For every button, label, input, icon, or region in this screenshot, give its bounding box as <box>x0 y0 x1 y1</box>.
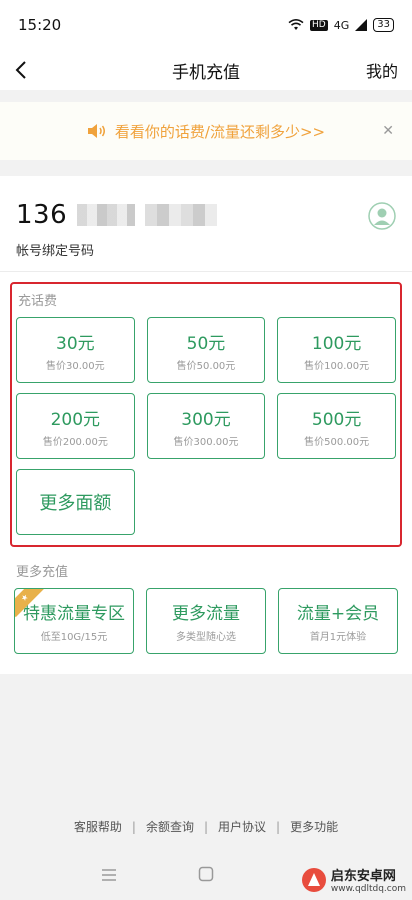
divider: | <box>131 819 136 834</box>
more-amounts-label: 更多面额 <box>39 493 112 514</box>
masked-digits <box>77 204 136 226</box>
back-button[interactable] <box>14 58 38 82</box>
amount-tile-500[interactable]: 500元 售价500.00元 <box>277 393 396 459</box>
chevron-left-icon <box>15 61 26 79</box>
tile-subtitle: 多类型随心选 <box>176 632 236 643</box>
section-title-phone-bill: 充话费 <box>18 294 58 309</box>
account-section: 136 帐号绑定号码 <box>0 176 412 272</box>
footer-links: 客服帮助 | 余额查询 | 用户协议 | 更多功能 <box>0 818 412 835</box>
nav-bar: 手机充值 我的 <box>0 50 412 90</box>
tile-title: 特惠流量专区 <box>23 604 125 624</box>
price-label: 售价50.00元 <box>176 360 236 372</box>
amount-grid: 30元 售价30.00元 50元 售价50.00元 100元 售价100.00元… <box>16 317 396 535</box>
recharge-card: 136 帐号绑定号码 充话费 30元 售价30.00元 50元 售价50.00元… <box>0 176 412 674</box>
more-recharge-grid: ★ 特惠流量专区 低至10G/15元 更多流量 多类型随心选 流量+会员 首月1… <box>14 588 398 654</box>
data-membership-tile[interactable]: 流量+会员 首月1元体验 <box>278 588 398 654</box>
account-label: 帐号绑定号码 <box>16 244 95 259</box>
watermark-url: www.qdltdq.com <box>330 884 406 894</box>
amount-label: 50元 <box>186 333 226 354</box>
watermark: 启东安卓网 www.qdltdq.com <box>301 865 406 894</box>
tile-subtitle: 首月1元体验 <box>309 632 367 643</box>
price-label: 售价500.00元 <box>304 436 370 448</box>
amount-label: 200元 <box>50 409 101 430</box>
footer-link-more[interactable]: 更多功能 <box>290 818 338 835</box>
contact-icon[interactable] <box>368 202 396 230</box>
divider: | <box>276 819 281 834</box>
price-label: 售价30.00元 <box>46 360 105 372</box>
amount-label: 100元 <box>311 333 362 354</box>
status-bar: 15:20 HD 4G 33 <box>0 0 412 50</box>
signal-icon <box>355 19 368 31</box>
footer-link-balance[interactable]: 余额查询 <box>146 818 194 835</box>
speaker-icon <box>87 123 107 139</box>
footer-link-help[interactable]: 客服帮助 <box>74 818 122 835</box>
home-icon[interactable] <box>198 866 214 886</box>
footer-link-agreement[interactable]: 用户协议 <box>218 818 266 835</box>
price-label: 售价200.00元 <box>42 436 108 448</box>
tile-title: 更多流量 <box>172 604 240 624</box>
phone-bill-section: 充话费 30元 售价30.00元 50元 售价50.00元 100元 售价100… <box>10 282 402 547</box>
watermark-logo <box>301 867 326 892</box>
tile-subtitle: 低至10G/15元 <box>40 632 108 643</box>
amount-label: 300元 <box>181 409 231 430</box>
amount-tile-100[interactable]: 100元 售价100.00元 <box>277 317 396 383</box>
amount-tile-200[interactable]: 200元 售价200.00元 <box>16 393 135 459</box>
page-title: 手机充值 <box>172 62 240 83</box>
more-recharge-section: 更多充值 ★ 特惠流量专区 低至10G/15元 更多流量 多类型随心选 流量+会… <box>0 547 412 674</box>
amount-label: 500元 <box>311 409 362 430</box>
my-button[interactable]: 我的 <box>366 58 398 82</box>
amount-label: 30元 <box>56 333 95 354</box>
price-label: 售价300.00元 <box>173 436 239 448</box>
network-label: 4G <box>333 18 350 32</box>
phone-number[interactable]: 136 <box>16 200 396 230</box>
tile-title: 流量+会员 <box>296 604 380 624</box>
notice-text: 看看你的话费/流量还剩多少>> <box>114 122 326 141</box>
status-icons: HD 4G 33 <box>288 18 394 32</box>
phone-number-prefix: 136 <box>16 200 68 230</box>
battery-icon: 33 <box>373 18 394 32</box>
watermark-brand: 启东安卓网 <box>330 869 396 884</box>
amount-tile-30[interactable]: 30元 售价30.00元 <box>16 317 135 383</box>
amount-tile-300[interactable]: 300元 售价300.00元 <box>146 393 266 459</box>
notice-banner[interactable]: 看看你的话费/流量还剩多少>> ✕ <box>0 102 412 160</box>
menu-icon[interactable] <box>101 867 117 886</box>
price-label: 售价100.00元 <box>304 360 370 372</box>
close-icon[interactable]: ✕ <box>382 123 394 139</box>
divider: | <box>203 819 209 834</box>
section-title-more-recharge: 更多充值 <box>16 565 69 580</box>
status-time: 15:20 <box>18 16 62 34</box>
masked-digits <box>145 204 218 226</box>
amount-tile-50[interactable]: 50元 售价50.00元 <box>146 317 266 383</box>
more-data-tile[interactable]: 更多流量 多类型随心选 <box>146 588 266 654</box>
data-deals-tile[interactable]: ★ 特惠流量专区 低至10G/15元 <box>14 588 134 654</box>
wifi-icon <box>288 19 304 30</box>
more-amounts-button[interactable]: 更多面额 <box>16 469 135 535</box>
hd-icon: HD <box>310 19 328 31</box>
